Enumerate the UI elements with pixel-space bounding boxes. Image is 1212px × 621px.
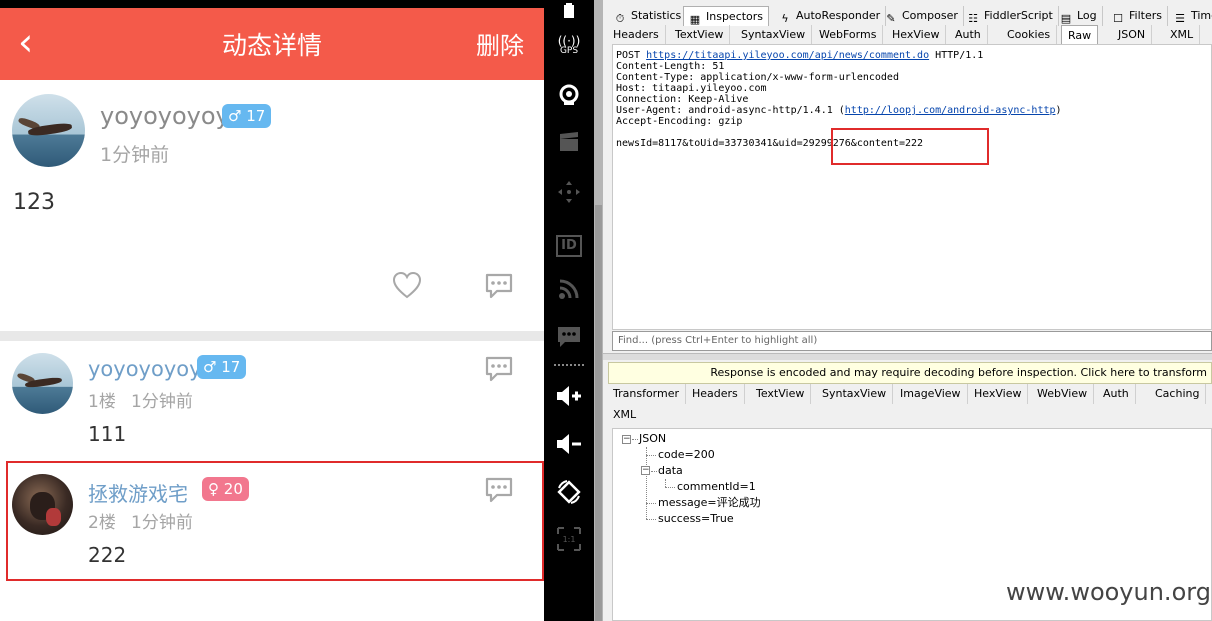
fiddler-inspector: ⏱ Statistics ▦ Inspectors ϟ AutoResponder ✎… <box>603 0 1212 621</box>
request-url-link[interactable]: https://titaapi.yileyoo.com/api/news/com… <box>646 50 929 61</box>
req-tab-hexview[interactable]: HexView <box>886 25 947 45</box>
move-arrows-icon[interactable] <box>544 180 594 209</box>
clapperboard-icon[interactable] <box>544 132 594 157</box>
reply-icon[interactable] <box>484 355 514 383</box>
resp-tab-imageview[interactable]: ImageView <box>894 384 968 404</box>
status-bar <box>0 0 544 8</box>
collapse-data-toggle[interactable]: − <box>641 466 650 475</box>
app-header: ‹ 动态详情 删除 <box>0 8 544 80</box>
find-input[interactable]: Find... (press Ctrl+Enter to highlight a… <box>612 331 1212 351</box>
male-icon: ♂ <box>228 107 242 125</box>
post-time: 1分钟前 <box>100 144 170 166</box>
main-tab-bar: ⏱ Statistics ▦ Inspectors ϟ AutoResponder ✎… <box>603 4 1212 26</box>
json-root-node[interactable]: JSON <box>639 431 666 447</box>
response-tab-bar: Transformer Headers TextView SyntaxView … <box>603 384 1212 406</box>
battery-icon[interactable] <box>544 0 594 24</box>
volume-down-icon[interactable] <box>544 433 594 460</box>
tab-inspectors[interactable]: ▦ Inspectors <box>683 6 770 26</box>
req-tab-auth[interactable]: Auth <box>949 25 988 45</box>
id-card-icon[interactable]: ID <box>544 230 594 257</box>
tab-filters[interactable]: ☐ Filters <box>1107 6 1168 26</box>
window-scrollbar[interactable] <box>594 0 603 621</box>
checkbox-icon: ☐ <box>1113 12 1123 25</box>
gender-level-badge: ♂ 17 <box>222 104 272 128</box>
req-tab-xml[interactable]: XML <box>1164 25 1201 45</box>
phone-screen: ‹ 动态详情 删除 yoyoyoyoy ♂ 17 1分钟前 123 yoyoyo… <box>0 0 544 621</box>
gender-level-badge: ♂ 17 <box>197 355 247 379</box>
req-tab-syntaxview[interactable]: SyntaxView <box>735 25 813 45</box>
comment-username[interactable]: yoyoyoyoy <box>88 357 202 381</box>
lightning-icon: ϟ <box>781 12 789 25</box>
resp-tab-transformer[interactable]: Transformer <box>607 384 687 404</box>
comment-bubble-icon[interactable] <box>484 272 514 300</box>
comment-highlight-box <box>6 461 544 581</box>
tab-composer[interactable]: ✎ Composer <box>880 6 964 26</box>
json-message-node[interactable]: message=评论成功 <box>658 495 761 511</box>
resp-tab-hexview[interactable]: HexView <box>968 384 1029 404</box>
resp-tab-webview[interactable]: WebView <box>1031 384 1095 404</box>
tab-log[interactable]: ▤ Log <box>1055 6 1103 26</box>
pane-splitter[interactable] <box>603 353 1212 360</box>
gps-icon[interactable]: ((·)) GPS <box>544 35 594 56</box>
comment-floor: 1楼 <box>88 392 116 412</box>
post-username[interactable]: yoyoyoyoy <box>100 102 230 130</box>
scrollbar-thumb[interactable] <box>595 205 602 621</box>
level-value: 17 <box>246 107 266 125</box>
log-icon: ▤ <box>1060 12 1072 25</box>
male-icon: ♂ <box>203 358 217 376</box>
req-tab-json[interactable]: JSON <box>1112 25 1153 45</box>
comment-content: 111 <box>88 422 127 446</box>
scale-ratio-icon[interactable]: 1:1 <box>544 527 594 553</box>
post-content: 123 <box>13 190 55 215</box>
level-value: 17 <box>221 358 241 376</box>
rotate-icon[interactable] <box>544 479 594 510</box>
rss-icon[interactable] <box>544 278 594 305</box>
request-highlight-box <box>831 128 989 165</box>
resp-tab-auth[interactable]: Auth <box>1097 384 1136 404</box>
tab-autoresponder[interactable]: ϟ AutoResponder <box>774 6 887 26</box>
tab-fiddlerscript[interactable]: ☷ FiddlerScript <box>962 6 1059 26</box>
json-success-node[interactable]: success=True <box>658 511 734 527</box>
json-commentid-node[interactable]: commentId=1 <box>677 479 756 495</box>
delete-button[interactable]: 删除 <box>476 26 524 61</box>
tab-statistics[interactable]: ⏱ Statistics <box>609 6 688 26</box>
resp-tab-textview[interactable]: TextView <box>750 384 812 404</box>
webcam-icon[interactable] <box>544 84 594 111</box>
resp-tab-xml[interactable]: XML <box>607 405 642 425</box>
heart-icon[interactable] <box>392 271 422 299</box>
page-title: 动态详情 <box>221 31 322 60</box>
script-icon: ☷ <box>968 12 978 25</box>
toolbar-separator <box>554 364 584 366</box>
req-tab-textview[interactable]: TextView <box>669 25 731 45</box>
json-code-node[interactable]: code=200 <box>658 447 715 463</box>
message-icon[interactable] <box>544 326 594 353</box>
composer-icon: ✎ <box>886 12 896 25</box>
comment-time: 1分钟前 <box>131 392 193 412</box>
watermark: www.wooyun.org <box>1006 578 1211 606</box>
collapse-json-toggle[interactable]: − <box>622 435 631 444</box>
req-tab-cookies[interactable]: Cookies <box>1001 25 1058 45</box>
section-divider <box>0 331 544 341</box>
json-data-node[interactable]: data <box>658 463 683 479</box>
emulator-toolbar: ((·)) GPS ID 1:1 <box>544 0 594 621</box>
timeline-icon: ☰ <box>1175 12 1185 25</box>
avatar[interactable] <box>12 353 73 414</box>
resp-tab-headers[interactable]: Headers <box>686 384 745 404</box>
avatar[interactable] <box>12 94 85 167</box>
req-tab-webforms[interactable]: WebForms <box>813 25 884 45</box>
req-tab-raw[interactable]: Raw <box>1061 25 1099 45</box>
volume-up-icon[interactable] <box>544 385 594 412</box>
user-agent-link[interactable]: http://loopj.com/android-async-http <box>845 105 1056 116</box>
raw-request-pane[interactable]: POST https://titaapi.yileyoo.com/api/new… <box>612 44 1212 330</box>
resp-tab-caching[interactable]: Caching <box>1149 384 1207 404</box>
stopwatch-icon: ⏱ <box>615 12 625 25</box>
svg-text:1:1: 1:1 <box>563 535 576 544</box>
resp-tab-syntaxview[interactable]: SyntaxView <box>816 384 894 404</box>
response-tab-bar-row2: XML <box>603 405 1212 427</box>
response-encoding-notice[interactable]: Response is encoded and may require deco… <box>608 362 1212 384</box>
req-tab-headers[interactable]: Headers <box>607 25 666 45</box>
tab-timeline[interactable]: ☰Timeline <box>1169 6 1212 26</box>
